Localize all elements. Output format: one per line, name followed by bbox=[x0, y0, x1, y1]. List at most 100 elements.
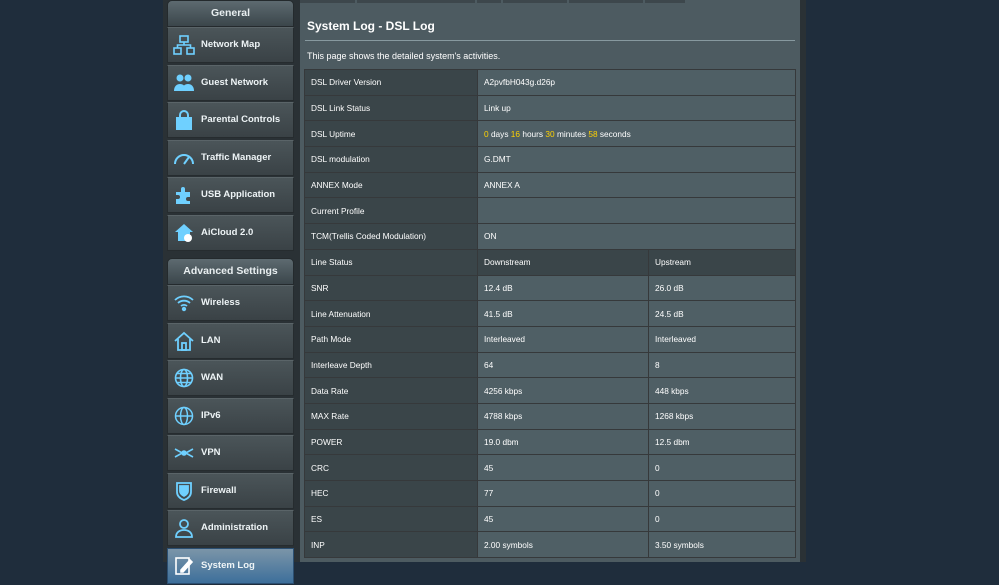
sidebar-item-label: AiCloud 2.0 bbox=[201, 226, 254, 238]
downstream-value: Interleaved bbox=[477, 325, 649, 353]
guest-network-icon bbox=[173, 72, 195, 94]
sidebar-item-label: Network Map bbox=[201, 39, 261, 50]
tab-routing-table[interactable] bbox=[569, 0, 643, 3]
downstream-value: 4256 kbps bbox=[477, 377, 649, 404]
uptime-days: 0 bbox=[484, 128, 489, 139]
uptime-seconds: 58 bbox=[588, 128, 598, 139]
parental-controls-icon bbox=[173, 109, 195, 131]
uptime-value: 0 days 16 hours 30 minutes 58 seconds bbox=[477, 120, 796, 148]
row-value: ANNEX A bbox=[477, 171, 796, 199]
dsl-log-table: DSL Driver Version A2pvfbH043g.d26p DSL … bbox=[304, 69, 796, 559]
sidebar-item-usb-application[interactable]: USB Application bbox=[167, 177, 294, 213]
uptime-hours-unit: hours bbox=[522, 128, 544, 139]
table-row: Path Mode Interleaved Interleaved bbox=[304, 325, 796, 353]
downstream-value: 12.4 dB bbox=[477, 274, 649, 302]
row-value bbox=[477, 197, 796, 225]
title-divider bbox=[305, 40, 795, 41]
tab-strip bbox=[300, 0, 800, 3]
sidebar-item-label: VPN bbox=[201, 447, 221, 458]
sidebar-item-label: Guest Network bbox=[201, 76, 269, 88]
row-label: ANNEX Mode bbox=[304, 171, 478, 199]
sidebar-item-traffic-manager[interactable]: Traffic Manager bbox=[167, 139, 294, 176]
network-map-icon bbox=[173, 34, 195, 56]
row-label: MAX Rate bbox=[304, 402, 478, 430]
row-value: Link up bbox=[477, 94, 796, 122]
sidebar-item-wireless[interactable]: Wireless bbox=[167, 285, 294, 321]
sidebar-item-network-map[interactable]: Network Map bbox=[167, 27, 294, 63]
page-description: This page shows the detailed system's ac… bbox=[307, 51, 501, 61]
row-label: DSL Driver Version bbox=[304, 69, 478, 96]
upstream-value: 1268 kbps bbox=[648, 402, 796, 430]
uptime-seconds-unit: seconds bbox=[599, 128, 631, 139]
row-label: HEC bbox=[304, 480, 478, 507]
sidebar-item-aicloud[interactable]: AiCloud 2.0 bbox=[167, 214, 294, 251]
row-label: SNR bbox=[304, 274, 478, 302]
sidebar-item-firewall[interactable]: Firewall bbox=[167, 472, 294, 509]
sidebar-item-parental-controls[interactable]: Parental Controls bbox=[167, 102, 294, 138]
sidebar-item-lan[interactable]: LAN bbox=[167, 322, 294, 359]
sidebar-item-system-log[interactable]: System Log bbox=[167, 547, 294, 584]
row-label: INP bbox=[304, 531, 478, 559]
line-status-header: Line Status Downstream Upstream bbox=[304, 248, 796, 276]
row-label: DSL Uptime bbox=[304, 120, 478, 148]
wan-icon bbox=[173, 367, 195, 389]
wireless-icon bbox=[173, 292, 195, 314]
sidebar-item-guest-network[interactable]: Guest Network bbox=[167, 64, 294, 101]
table-row: DSL Link Status Link up bbox=[304, 94, 796, 122]
row-value: G.DMT bbox=[477, 146, 796, 173]
column-header: Downstream bbox=[477, 248, 649, 276]
column-header: Line Status bbox=[304, 248, 478, 276]
sidebar-item-label: System Log bbox=[201, 559, 255, 571]
table-row: TCM(Trellis Coded Modulation) ON bbox=[304, 223, 796, 250]
upstream-value: 8 bbox=[648, 351, 796, 379]
administration-icon bbox=[173, 517, 195, 539]
downstream-value: 45 bbox=[477, 505, 649, 533]
sidebar-item-vpn[interactable]: VPN bbox=[167, 435, 294, 471]
table-row: SNR 12.4 dB 26.0 dB bbox=[304, 274, 796, 302]
table-row: HEC 77 0 bbox=[304, 480, 796, 507]
upstream-value: 448 kbps bbox=[648, 377, 796, 404]
row-label: POWER bbox=[304, 428, 478, 456]
upstream-value: 12.5 dbm bbox=[648, 428, 796, 456]
upstream-value: 24.5 dB bbox=[648, 300, 796, 327]
sidebar-item-wan[interactable]: WAN bbox=[167, 360, 294, 396]
downstream-value: 41.5 dB bbox=[477, 300, 649, 327]
sidebar-item-administration[interactable]: Administration bbox=[167, 510, 294, 546]
tab-port-forwarding[interactable] bbox=[645, 0, 685, 3]
tab-wireless-log[interactable] bbox=[357, 0, 475, 3]
table-row: Data Rate 4256 kbps 448 kbps bbox=[304, 377, 796, 404]
uptime-days-unit: days bbox=[490, 128, 509, 139]
row-label: TCM(Trellis Coded Modulation) bbox=[304, 223, 478, 250]
row-label: ES bbox=[304, 505, 478, 533]
row-value: A2pvfbH043g.d26p bbox=[477, 69, 796, 96]
table-row: DSL Uptime 0 days 16 hours 30 minutes 58… bbox=[304, 120, 796, 148]
aicloud-icon bbox=[173, 222, 195, 244]
downstream-value: 19.0 dbm bbox=[477, 428, 649, 456]
sidebar-item-ipv6[interactable]: IPv6 bbox=[167, 397, 294, 434]
firewall-icon bbox=[173, 480, 195, 502]
table-row: ANNEX Mode ANNEX A bbox=[304, 171, 796, 199]
upstream-value: 26.0 dB bbox=[648, 274, 796, 302]
upstream-value: 0 bbox=[648, 505, 796, 533]
sidebar-item-label: USB Application bbox=[201, 189, 276, 200]
uptime-minutes-unit: minutes bbox=[556, 128, 587, 139]
tab-dhcp-leases[interactable] bbox=[477, 0, 501, 3]
downstream-value: 45 bbox=[477, 454, 649, 481]
sidebar-item-label: LAN bbox=[201, 334, 221, 346]
table-row: Current Profile bbox=[304, 197, 796, 225]
ipv6-icon bbox=[173, 405, 195, 427]
uptime-minutes: 30 bbox=[545, 128, 555, 139]
traffic-manager-icon bbox=[173, 147, 195, 169]
sidebar-item-label: IPv6 bbox=[201, 409, 221, 421]
table-row: CRC 45 0 bbox=[304, 454, 796, 481]
upstream-value: Interleaved bbox=[648, 325, 796, 353]
tab-general-log[interactable] bbox=[300, 0, 355, 3]
table-row: DSL modulation G.DMT bbox=[304, 146, 796, 173]
sidebar-item-label: Traffic Manager bbox=[201, 151, 272, 163]
row-label: Data Rate bbox=[304, 377, 478, 404]
tab-ipv6[interactable] bbox=[503, 0, 567, 3]
uptime-hours: 16 bbox=[510, 128, 521, 139]
downstream-value: 77 bbox=[477, 480, 649, 507]
usb-application-icon bbox=[173, 184, 195, 206]
row-label: Current Profile bbox=[304, 197, 478, 225]
